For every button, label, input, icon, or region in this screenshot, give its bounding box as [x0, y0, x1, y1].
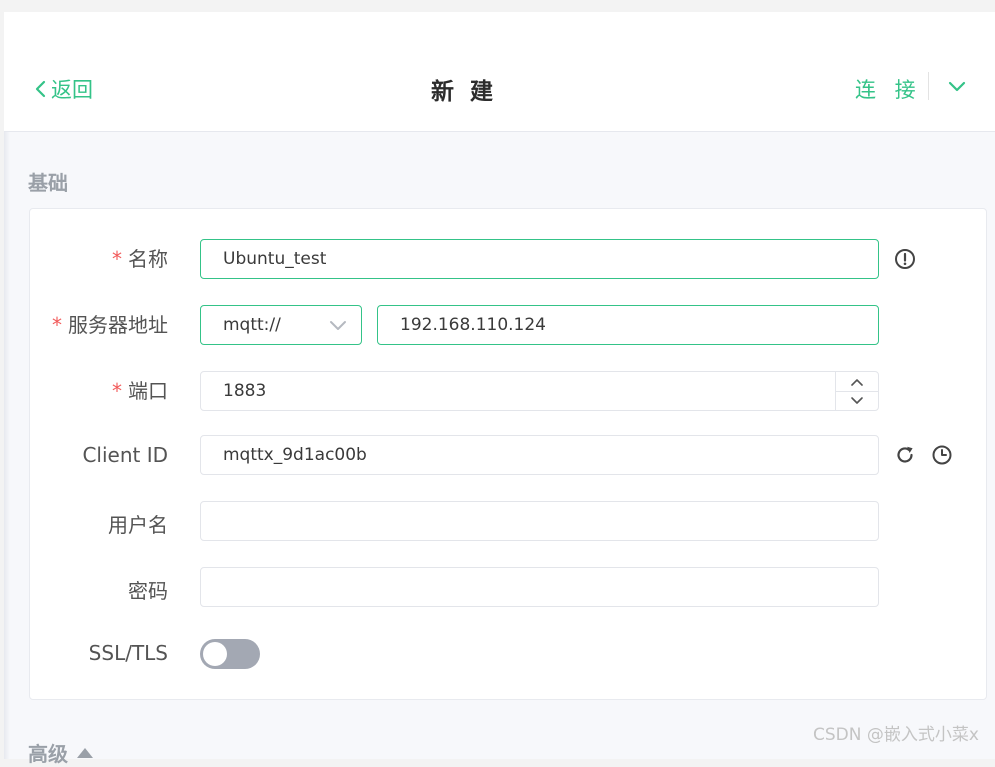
password-label: 密码: [128, 579, 168, 603]
host-input[interactable]: 192.168.110.124: [377, 305, 879, 345]
chevron-down-icon: [851, 396, 863, 404]
protocol-value: mqtt://: [223, 315, 281, 335]
chevron-up-icon: [851, 378, 863, 386]
ssl-toggle[interactable]: [200, 639, 260, 669]
connection-window: 返回 新 建 连 接 基础 * 名称 Ubuntu_test * 服务器地址 mqt…: [4, 12, 995, 766]
password-input[interactable]: [200, 567, 879, 607]
host-label: * 服务器地址: [52, 313, 168, 337]
name-label: * 名称: [112, 247, 168, 271]
username-label: 用户名: [108, 513, 168, 537]
decrement-button[interactable]: [836, 391, 878, 410]
connect-button[interactable]: 连 接: [855, 74, 922, 104]
client-id-label: Client ID: [82, 443, 168, 467]
left-shade: [4, 40, 10, 759]
increment-button[interactable]: [836, 372, 878, 392]
port-input[interactable]: 1883: [200, 371, 879, 411]
toggle-knob: [203, 642, 227, 666]
port-stepper[interactable]: [835, 372, 878, 410]
exclamation-circle-icon[interactable]: [894, 248, 916, 270]
protocol-select[interactable]: mqtt://: [200, 305, 362, 345]
refresh-icon[interactable]: [894, 444, 916, 466]
required-marker: *: [112, 379, 122, 403]
chevron-down-icon[interactable]: [946, 78, 968, 96]
client-id-input[interactable]: mqttx_9d1ac00b: [200, 435, 879, 475]
chevron-down-icon: [330, 321, 346, 330]
caret-up-icon: [77, 747, 93, 758]
section-basic-title: 基础: [28, 171, 68, 195]
required-marker: *: [112, 247, 122, 271]
basic-settings-card: * 名称 Ubuntu_test * 服务器地址 mqtt:// 192.168.1…: [29, 208, 987, 700]
port-value: 1883: [223, 381, 267, 401]
ssl-label: SSL/TLS: [88, 641, 168, 665]
username-input[interactable]: [200, 501, 879, 541]
section-advanced-title[interactable]: 高级: [28, 738, 94, 767]
page-title: 新 建: [430, 79, 497, 105]
watermark: CSDN @嵌入式小菜x: [813, 725, 979, 745]
name-input[interactable]: Ubuntu_test: [200, 239, 879, 279]
header-divider: [928, 72, 929, 100]
required-marker: *: [52, 313, 62, 337]
clock-icon[interactable]: [931, 444, 953, 466]
port-label: * 端口: [112, 379, 168, 403]
header-bar: 返回 新 建 连 接: [4, 12, 995, 132]
